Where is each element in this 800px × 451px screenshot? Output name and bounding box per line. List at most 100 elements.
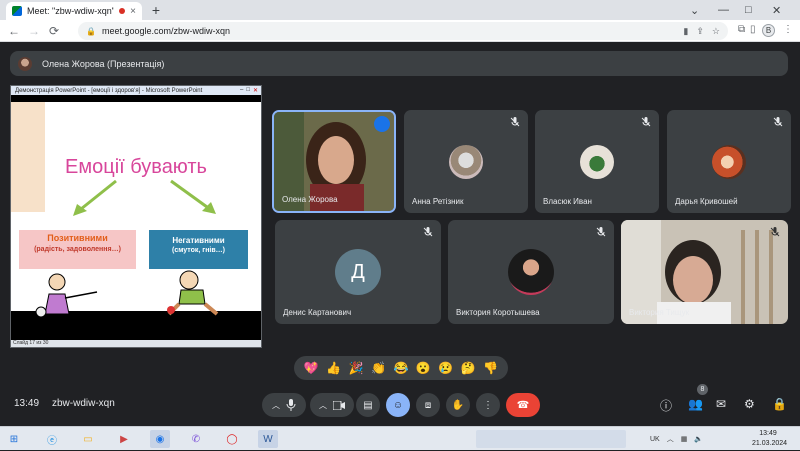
present-button[interactable]: ⧈ xyxy=(416,393,440,417)
bookmark-star-icon[interactable]: ☆ xyxy=(712,26,720,37)
info-icon[interactable]: ⓘ xyxy=(660,397,672,414)
reaction-clap[interactable]: 👏 xyxy=(371,361,386,375)
present-screen-icon: ⧈ xyxy=(424,399,432,411)
participant-name: Анна Ретізник xyxy=(412,197,464,206)
sad-boy-illustration xyxy=(167,270,219,316)
sidebar-icon[interactable]: ▯ xyxy=(750,24,756,35)
chevron-up-icon[interactable]: ︿ xyxy=(272,400,280,411)
reaction-thumbs-down[interactable]: 👎 xyxy=(483,361,498,375)
tab-title: Meet: "zbw-wdiw-xqn" xyxy=(27,6,115,16)
presenter-label: Олена Жорова (Презентація) xyxy=(42,58,165,69)
hang-up-icon: ☎ xyxy=(516,399,530,411)
more-vert-icon: ⋮ xyxy=(483,399,493,411)
positive-box: Позитивними (радість, задоволення…) xyxy=(19,230,136,269)
close-window-button[interactable]: ✕ xyxy=(772,0,781,20)
chat-icon[interactable]: ✉ xyxy=(716,397,726,411)
back-arrow-icon[interactable]: ← xyxy=(6,23,22,39)
leave-call-button[interactable]: ☎ xyxy=(506,393,540,417)
reaction-surprised[interactable]: 😮 xyxy=(416,361,431,375)
participant-tile-vlasyuk[interactable]: Власюк Иван xyxy=(535,110,659,213)
people-icon[interactable]: 👥 xyxy=(688,397,703,411)
address-toolbar: ← → ⟳ 🔒 meet.google.com/zbw-wdiw-xqn ▮ ⇪… xyxy=(0,20,800,42)
system-tray: UK ︿ ▦ 🔈 xyxy=(650,427,703,451)
lock-icon: 🔒 xyxy=(86,26,96,36)
meeting-code: zbw-wdiw-xqn xyxy=(52,398,115,409)
reaction-thinking[interactable]: 🤔 xyxy=(461,361,476,375)
people-count-badge: 8 xyxy=(697,384,708,395)
host-controls-icon[interactable]: 🔒 xyxy=(772,397,787,411)
raise-hand-button[interactable]: ✋ xyxy=(446,393,470,417)
mic-off-icon xyxy=(770,227,780,237)
taskbar-window-preview[interactable] xyxy=(476,430,626,448)
reaction-sad[interactable]: 😢 xyxy=(438,361,453,375)
participant-tile-viktoria-k[interactable]: Виктория Коротышева xyxy=(448,220,614,324)
mic-off-icon xyxy=(773,117,783,127)
microphone-control[interactable]: ︿ xyxy=(262,393,306,417)
start-button[interactable]: ⊞ xyxy=(4,430,24,448)
edge-icon[interactable]: ⓔ xyxy=(42,430,62,448)
camera-control[interactable]: ︿ xyxy=(310,393,354,417)
reaction-thumbs-up[interactable]: 👍 xyxy=(326,361,341,375)
negative-box: Негативними (смуток, гнів…) xyxy=(149,230,248,269)
participant-name: Власюк Иван xyxy=(543,197,592,206)
tab-search-icon[interactable]: ⌄ xyxy=(690,0,699,20)
emoji-icon: ☺ xyxy=(392,399,404,411)
slide: Емоції бувають Позитивними (радість, зад… xyxy=(11,102,261,318)
powerpoint-status-bar: Слайд 17 из 30 xyxy=(11,340,261,347)
more-options-button[interactable]: ⋮ xyxy=(476,393,500,417)
participant-tile-anna[interactable]: Анна Ретізник xyxy=(404,110,528,213)
negative-subtitle: (смуток, гнів…) xyxy=(171,247,226,254)
chevron-up-icon[interactable]: ︿ xyxy=(319,400,327,411)
language-indicator[interactable]: UK xyxy=(650,436,660,443)
activities-icon[interactable]: ⚙ xyxy=(744,397,755,411)
file-explorer-icon[interactable]: ▭ xyxy=(78,430,98,448)
participant-tile-viktoria-t[interactable]: Виктория Тищук xyxy=(621,220,788,324)
presenter-bar: Олена Жорова (Презентація) xyxy=(10,51,788,76)
profile-avatar[interactable]: B xyxy=(762,24,775,37)
new-tab-button[interactable]: + xyxy=(148,3,164,19)
taskbar-clock[interactable]: 13:49 21.03.2024 xyxy=(752,429,787,449)
reaction-party[interactable]: 🎉 xyxy=(349,361,364,375)
participant-name: Виктория Коротышева xyxy=(456,308,540,317)
reaction-heart[interactable]: 💖 xyxy=(304,361,319,375)
meet-tab[interactable]: Meet: "zbw-wdiw-xqn" × xyxy=(6,2,142,20)
participant-name: Денис Картанович xyxy=(283,308,352,317)
media-player-icon[interactable]: ▶ xyxy=(114,430,134,448)
participant-name: Дарья Кривошей xyxy=(675,197,738,206)
forward-arrow-icon[interactable]: → xyxy=(26,23,42,39)
viber-icon[interactable]: ✆ xyxy=(186,430,206,448)
word-icon[interactable]: W xyxy=(258,430,278,448)
participant-avatar xyxy=(449,144,483,179)
recording-dot-icon xyxy=(119,8,126,14)
emoji-button[interactable]: ☺ xyxy=(386,393,410,417)
share-icon[interactable]: ⇪ xyxy=(696,26,704,37)
address-bar[interactable]: 🔒 meet.google.com/zbw-wdiw-xqn ▮ ⇪ ☆ xyxy=(78,22,728,40)
extensions-icon[interactable]: ⧉ xyxy=(738,24,745,35)
participant-initial-avatar: Д xyxy=(335,249,381,295)
hand-icon: ✋ xyxy=(451,399,465,411)
participant-name: Виктория Тищук xyxy=(629,308,690,317)
taskbar-time: 13:49 xyxy=(759,430,777,437)
participant-avatar xyxy=(580,144,614,179)
participant-tile-olena[interactable]: Олена Жорова xyxy=(272,110,396,213)
windows-taskbar: ⊞ ⓔ ▭ ▶ ◉ ✆ ◯ W UK ︿ ▦ 🔈 13:49 21.03.202… xyxy=(0,426,800,450)
happy-girl-illustration xyxy=(35,273,98,318)
volume-icon[interactable]: 🔈 xyxy=(694,435,703,443)
maximize-button[interactable]: □ xyxy=(745,0,752,20)
tray-expand-icon[interactable]: ︿ xyxy=(667,434,674,444)
menu-kebab-icon[interactable]: ⋮ xyxy=(783,24,793,35)
network-icon[interactable]: ▦ xyxy=(681,435,688,443)
participant-tile-denis[interactable]: Д Денис Картанович xyxy=(275,220,441,324)
camera-in-use-icon[interactable]: ▮ xyxy=(683,26,688,37)
reload-icon[interactable]: ⟳ xyxy=(46,23,62,39)
chrome-icon[interactable]: ◉ xyxy=(150,430,170,448)
captions-button[interactable]: ▤ xyxy=(356,393,380,417)
minimize-button[interactable]: — xyxy=(718,0,729,20)
arrows-graphic xyxy=(73,179,216,216)
close-tab-icon[interactable]: × xyxy=(130,6,136,17)
reaction-laugh[interactable]: 😂 xyxy=(393,361,408,375)
camera-icon xyxy=(333,400,345,410)
participant-tile-darya[interactable]: Дарья Кривошей xyxy=(667,110,791,213)
opera-icon[interactable]: ◯ xyxy=(222,430,242,448)
mic-icon xyxy=(286,399,296,411)
